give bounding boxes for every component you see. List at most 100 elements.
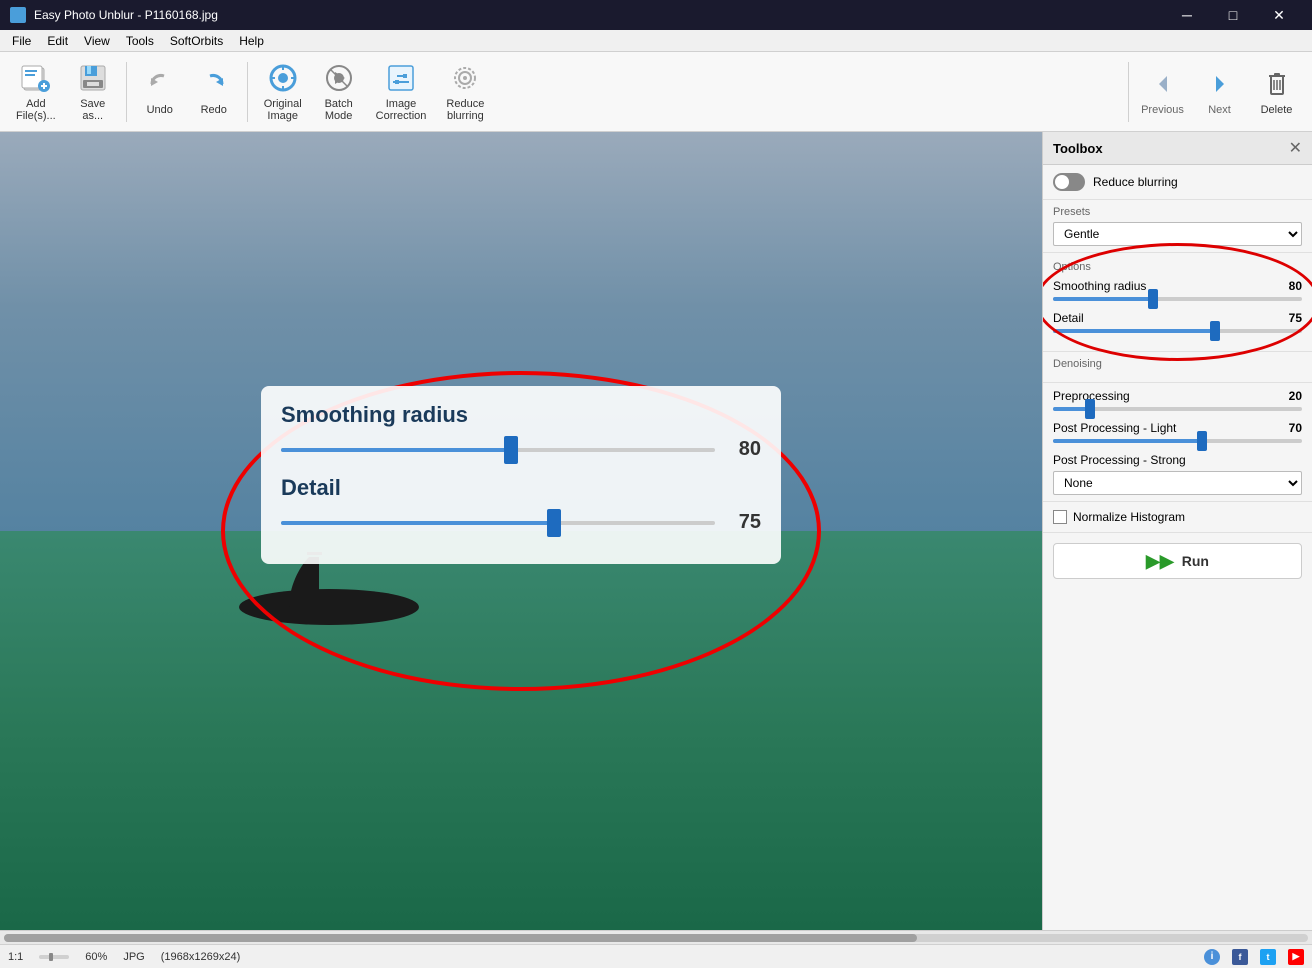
denoising-title: Denoising: [1053, 358, 1302, 370]
original-image-button[interactable]: OriginalImage: [256, 58, 310, 126]
preprocessing-section: Preprocessing 20 Post Processing - Light…: [1043, 383, 1312, 502]
pp-light-thumb[interactable]: [1197, 431, 1207, 451]
menu-help[interactable]: Help: [231, 32, 272, 50]
menu-edit[interactable]: Edit: [39, 32, 76, 50]
menu-file[interactable]: File: [4, 32, 39, 50]
toolbar-sep-2: [247, 62, 248, 122]
smoothing-radius-fill: [1053, 297, 1153, 301]
smoothing-radius-ann-label: Smoothing radius: [281, 402, 761, 428]
image-canvas: Smoothing radius 80 Detail 75: [0, 132, 1042, 930]
normalize-row: Normalize Histogram: [1043, 502, 1312, 533]
reduce-blur-label: Reduce blurring: [1093, 175, 1178, 189]
detail-slider-row: Detail 75: [1053, 311, 1302, 333]
scroll-area: [0, 930, 1312, 944]
zoom-percent: 60%: [85, 951, 107, 963]
toolbar: AddFile(s)... Saveas... Undo: [0, 52, 1312, 132]
title-bar: Easy Photo Unblur - P1160168.jpg ─ □ ✕: [0, 0, 1312, 30]
save-as-button[interactable]: Saveas...: [68, 58, 118, 126]
toolbar-sep-3: [1128, 62, 1129, 122]
window-title: Easy Photo Unblur - P1160168.jpg: [34, 8, 218, 22]
undo-icon: [144, 68, 176, 100]
info-icon[interactable]: i: [1204, 949, 1220, 965]
reduce-blur-toggle[interactable]: [1053, 173, 1085, 191]
smoothing-radius-value: 80: [1289, 279, 1302, 293]
detail-label: Detail: [1053, 311, 1084, 325]
menu-bar: File Edit View Tools SoftOrbits Help: [0, 30, 1312, 52]
original-image-icon: [267, 62, 299, 94]
preprocessing-slider-row: Preprocessing 20: [1053, 389, 1302, 411]
redo-button[interactable]: Redo: [189, 58, 239, 126]
zoom-control-icon[interactable]: [39, 949, 69, 965]
toolbox-header: Toolbox ✕: [1043, 132, 1312, 165]
menu-view[interactable]: View: [76, 32, 118, 50]
window-controls[interactable]: ─ □ ✕: [1164, 0, 1302, 30]
normalize-label: Normalize Histogram: [1073, 510, 1185, 524]
detail-ann-fill: [281, 521, 554, 525]
pp-light-label-row: Post Processing - Light 70: [1053, 421, 1302, 435]
undo-button[interactable]: Undo: [135, 58, 185, 126]
run-button[interactable]: ▶▶ Run: [1053, 543, 1302, 579]
presets-select[interactable]: Gentle Normal Strong Custom: [1053, 222, 1302, 246]
previous-button[interactable]: Previous: [1135, 58, 1190, 126]
run-label: Run: [1182, 553, 1209, 569]
youtube-icon[interactable]: ▶: [1288, 949, 1304, 965]
pp-light-fill: [1053, 439, 1202, 443]
run-section: ▶▶ Run: [1043, 533, 1312, 589]
maximize-button[interactable]: □: [1210, 0, 1256, 30]
smoothing-radius-ann-row: 80: [281, 438, 761, 461]
delete-button[interactable]: Delete: [1249, 58, 1304, 126]
menu-tools[interactable]: Tools: [118, 32, 162, 50]
preprocessing-track[interactable]: [1053, 407, 1302, 411]
annotation-box: Smoothing radius 80 Detail 75: [261, 386, 781, 564]
preprocessing-value: 20: [1289, 389, 1302, 403]
facebook-icon[interactable]: f: [1232, 949, 1248, 965]
batch-mode-button[interactable]: BatchMode: [314, 58, 364, 126]
detail-track[interactable]: [1053, 329, 1302, 333]
twitter-icon[interactable]: t: [1260, 949, 1276, 965]
zoom-ratio: 1:1: [8, 951, 23, 963]
reduce-blur-row: Reduce blurring: [1043, 165, 1312, 200]
detail-ann-track[interactable]: [281, 521, 715, 525]
reduce-blurring-label: Reduceblurring: [446, 98, 484, 122]
redo-label: Redo: [201, 104, 227, 116]
smoothing-radius-ann-track[interactable]: [281, 448, 715, 452]
smoothing-radius-label-row: Smoothing radius 80: [1053, 279, 1302, 293]
image-area[interactable]: Smoothing radius 80 Detail 75: [0, 132, 1042, 930]
detail-ann-label: Detail: [281, 475, 761, 501]
batch-mode-label: BatchMode: [325, 98, 353, 122]
minimize-button[interactable]: ─: [1164, 0, 1210, 30]
reduce-blurring-button[interactable]: Reduceblurring: [438, 58, 492, 126]
options-section: Options Smoothing radius 80 Detail 75: [1043, 253, 1312, 352]
next-button[interactable]: Next: [1192, 58, 1247, 126]
toolbar-right: Previous Next Delete: [1124, 58, 1304, 126]
h-scrollbar[interactable]: [4, 934, 1308, 942]
close-button[interactable]: ✕: [1256, 0, 1302, 30]
normalize-checkbox[interactable]: [1053, 510, 1067, 524]
preprocessing-thumb[interactable]: [1085, 399, 1095, 419]
toolbox-title: Toolbox: [1053, 141, 1103, 156]
toolbox-panel: Toolbox ✕ Reduce blurring Presets Gentle…: [1042, 132, 1312, 930]
save-as-icon: [77, 62, 109, 94]
smoothing-radius-ann-thumb[interactable]: [504, 436, 518, 464]
smoothing-radius-thumb[interactable]: [1148, 289, 1158, 309]
pp-strong-select[interactable]: None Low Medium High: [1053, 471, 1302, 495]
detail-ann-row: 75: [281, 511, 761, 534]
status-bar: 1:1 60% JPG (1968x1269x24) i f t ▶: [0, 944, 1312, 968]
undo-label: Undo: [147, 104, 173, 116]
smoothing-radius-track[interactable]: [1053, 297, 1302, 301]
detail-thumb[interactable]: [1210, 321, 1220, 341]
image-correction-button[interactable]: ImageCorrection: [368, 58, 435, 126]
menu-softorbits[interactable]: SoftOrbits: [162, 32, 231, 50]
smoothing-radius-ann-fill: [281, 448, 511, 452]
save-as-label: Saveas...: [80, 98, 105, 122]
detail-ann-thumb[interactable]: [547, 509, 561, 537]
pp-light-track[interactable]: [1053, 439, 1302, 443]
presets-label: Presets: [1053, 206, 1302, 218]
toolbox-close-button[interactable]: ✕: [1289, 138, 1302, 158]
h-scrollbar-thumb[interactable]: [4, 934, 917, 942]
smoothing-radius-label: Smoothing radius: [1053, 279, 1146, 293]
batch-mode-icon: [323, 62, 355, 94]
title-bar-left: Easy Photo Unblur - P1160168.jpg: [10, 7, 218, 23]
add-files-button[interactable]: AddFile(s)...: [8, 58, 64, 126]
pp-strong-label: Post Processing - Strong: [1053, 453, 1302, 467]
